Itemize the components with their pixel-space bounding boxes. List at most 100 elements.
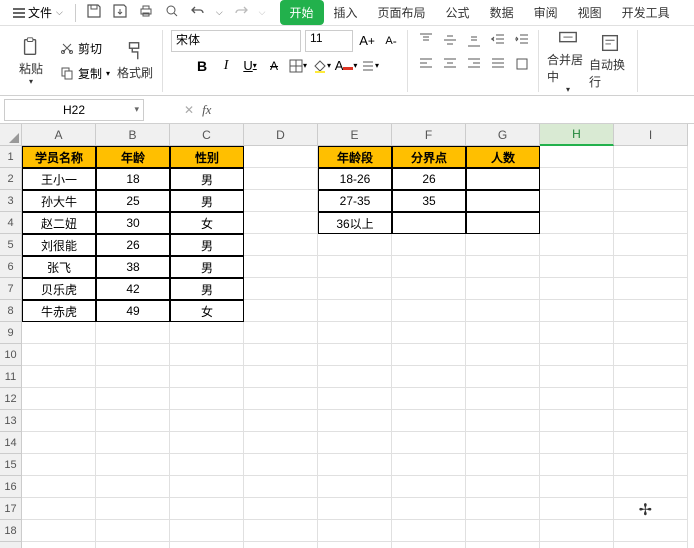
cell-F2[interactable]: 26 [392, 168, 466, 190]
col-header-E[interactable]: E [318, 124, 392, 146]
cell-I1[interactable] [614, 146, 688, 168]
cell-H2[interactable] [540, 168, 614, 190]
cell-B11[interactable] [96, 366, 170, 388]
row-header-8[interactable]: 8 [0, 300, 22, 322]
cell-G4[interactable] [466, 212, 540, 234]
cell-G11[interactable] [466, 366, 540, 388]
tab-formula[interactable]: 公式 [436, 0, 480, 25]
col-header-A[interactable]: A [22, 124, 96, 146]
cell-D7[interactable] [244, 278, 318, 300]
col-header-D[interactable]: D [244, 124, 318, 146]
cell-F1[interactable]: 分界点 [392, 146, 466, 168]
cell-D10[interactable] [244, 344, 318, 366]
cell-E18[interactable] [318, 520, 392, 542]
cell-D9[interactable] [244, 322, 318, 344]
cell-F9[interactable] [392, 322, 466, 344]
underline-button[interactable]: U▾ [240, 56, 260, 76]
format-button[interactable]: ▾ [360, 56, 380, 76]
cell-F15[interactable] [392, 454, 466, 476]
cell-A15[interactable] [22, 454, 96, 476]
cell-A6[interactable]: 张飞 [22, 256, 96, 278]
fx-icon[interactable]: fx [202, 102, 211, 118]
cell-I5[interactable] [614, 234, 688, 256]
cell-B9[interactable] [96, 322, 170, 344]
cell-C7[interactable]: 男 [170, 278, 244, 300]
align-center-icon[interactable] [440, 54, 460, 74]
font-size-select[interactable]: 11 [305, 30, 353, 52]
cell-H5[interactable] [540, 234, 614, 256]
cell-D8[interactable] [244, 300, 318, 322]
cell-D14[interactable] [244, 432, 318, 454]
save-as-icon[interactable] [112, 3, 128, 22]
wrap-button[interactable]: 自动换行 [589, 32, 631, 90]
col-header-H[interactable]: H [540, 124, 614, 146]
cell-B6[interactable]: 38 [96, 256, 170, 278]
cell-G14[interactable] [466, 432, 540, 454]
cell-A9[interactable] [22, 322, 96, 344]
format-painter-button[interactable]: 格式刷 [114, 32, 156, 90]
select-all-corner[interactable] [0, 124, 22, 146]
increase-font-icon[interactable]: A+ [357, 31, 377, 51]
cell-B3[interactable]: 25 [96, 190, 170, 212]
cell-C18[interactable] [170, 520, 244, 542]
cell-A11[interactable] [22, 366, 96, 388]
row-header-18[interactable]: 18 [0, 520, 22, 542]
cell-G15[interactable] [466, 454, 540, 476]
cell-B13[interactable] [96, 410, 170, 432]
cell-H10[interactable] [540, 344, 614, 366]
cell-D1[interactable] [244, 146, 318, 168]
cell-B18[interactable] [96, 520, 170, 542]
cell-B1[interactable]: 年龄 [96, 146, 170, 168]
name-box[interactable]: H22▾ [4, 99, 144, 121]
cell-C13[interactable] [170, 410, 244, 432]
row-headers[interactable]: 12345678910111213141516171819 [0, 146, 22, 548]
cell-A1[interactable]: 学员名称 [22, 146, 96, 168]
cell-E2[interactable]: 18-26 [318, 168, 392, 190]
cell-H3[interactable] [540, 190, 614, 212]
cell-E14[interactable] [318, 432, 392, 454]
font-color-button[interactable]: A▾ [336, 56, 356, 76]
cell-H12[interactable] [540, 388, 614, 410]
spreadsheet-grid[interactable]: ABCDEFGHI 12345678910111213141516171819 … [0, 124, 694, 548]
cell-G12[interactable] [466, 388, 540, 410]
cell-E12[interactable] [318, 388, 392, 410]
cell-F19[interactable] [392, 542, 466, 548]
strike-button[interactable]: A [264, 56, 284, 76]
italic-button[interactable]: I [216, 56, 236, 76]
col-header-B[interactable]: B [96, 124, 170, 146]
save-icon[interactable] [86, 3, 102, 22]
cell-A18[interactable] [22, 520, 96, 542]
cell-C10[interactable] [170, 344, 244, 366]
cell-B7[interactable]: 42 [96, 278, 170, 300]
cell-D3[interactable] [244, 190, 318, 212]
cell-B8[interactable]: 49 [96, 300, 170, 322]
align-right-icon[interactable] [464, 54, 484, 74]
cell-B12[interactable] [96, 388, 170, 410]
cell-C11[interactable] [170, 366, 244, 388]
cell-D6[interactable] [244, 256, 318, 278]
cell-G19[interactable] [466, 542, 540, 548]
cell-E4[interactable]: 36以上 [318, 212, 392, 234]
cell-A14[interactable] [22, 432, 96, 454]
cell-C1[interactable]: 性别 [170, 146, 244, 168]
cell-D12[interactable] [244, 388, 318, 410]
cell-G18[interactable] [466, 520, 540, 542]
cell-C2[interactable]: 男 [170, 168, 244, 190]
print-icon[interactable] [138, 3, 154, 22]
cell-A4[interactable]: 赵二妞 [22, 212, 96, 234]
cell-E3[interactable]: 27-35 [318, 190, 392, 212]
cell-G1[interactable]: 人数 [466, 146, 540, 168]
cell-C9[interactable] [170, 322, 244, 344]
row-header-6[interactable]: 6 [0, 256, 22, 278]
redo-icon[interactable] [233, 3, 249, 22]
cell-I7[interactable] [614, 278, 688, 300]
cell-D15[interactable] [244, 454, 318, 476]
cell-H17[interactable] [540, 498, 614, 520]
align-bottom-icon[interactable] [464, 30, 484, 50]
row-header-3[interactable]: 3 [0, 190, 22, 212]
cell-I18[interactable] [614, 520, 688, 542]
cell-G8[interactable] [466, 300, 540, 322]
cell-E6[interactable] [318, 256, 392, 278]
col-header-I[interactable]: I [614, 124, 688, 146]
cell-H18[interactable] [540, 520, 614, 542]
